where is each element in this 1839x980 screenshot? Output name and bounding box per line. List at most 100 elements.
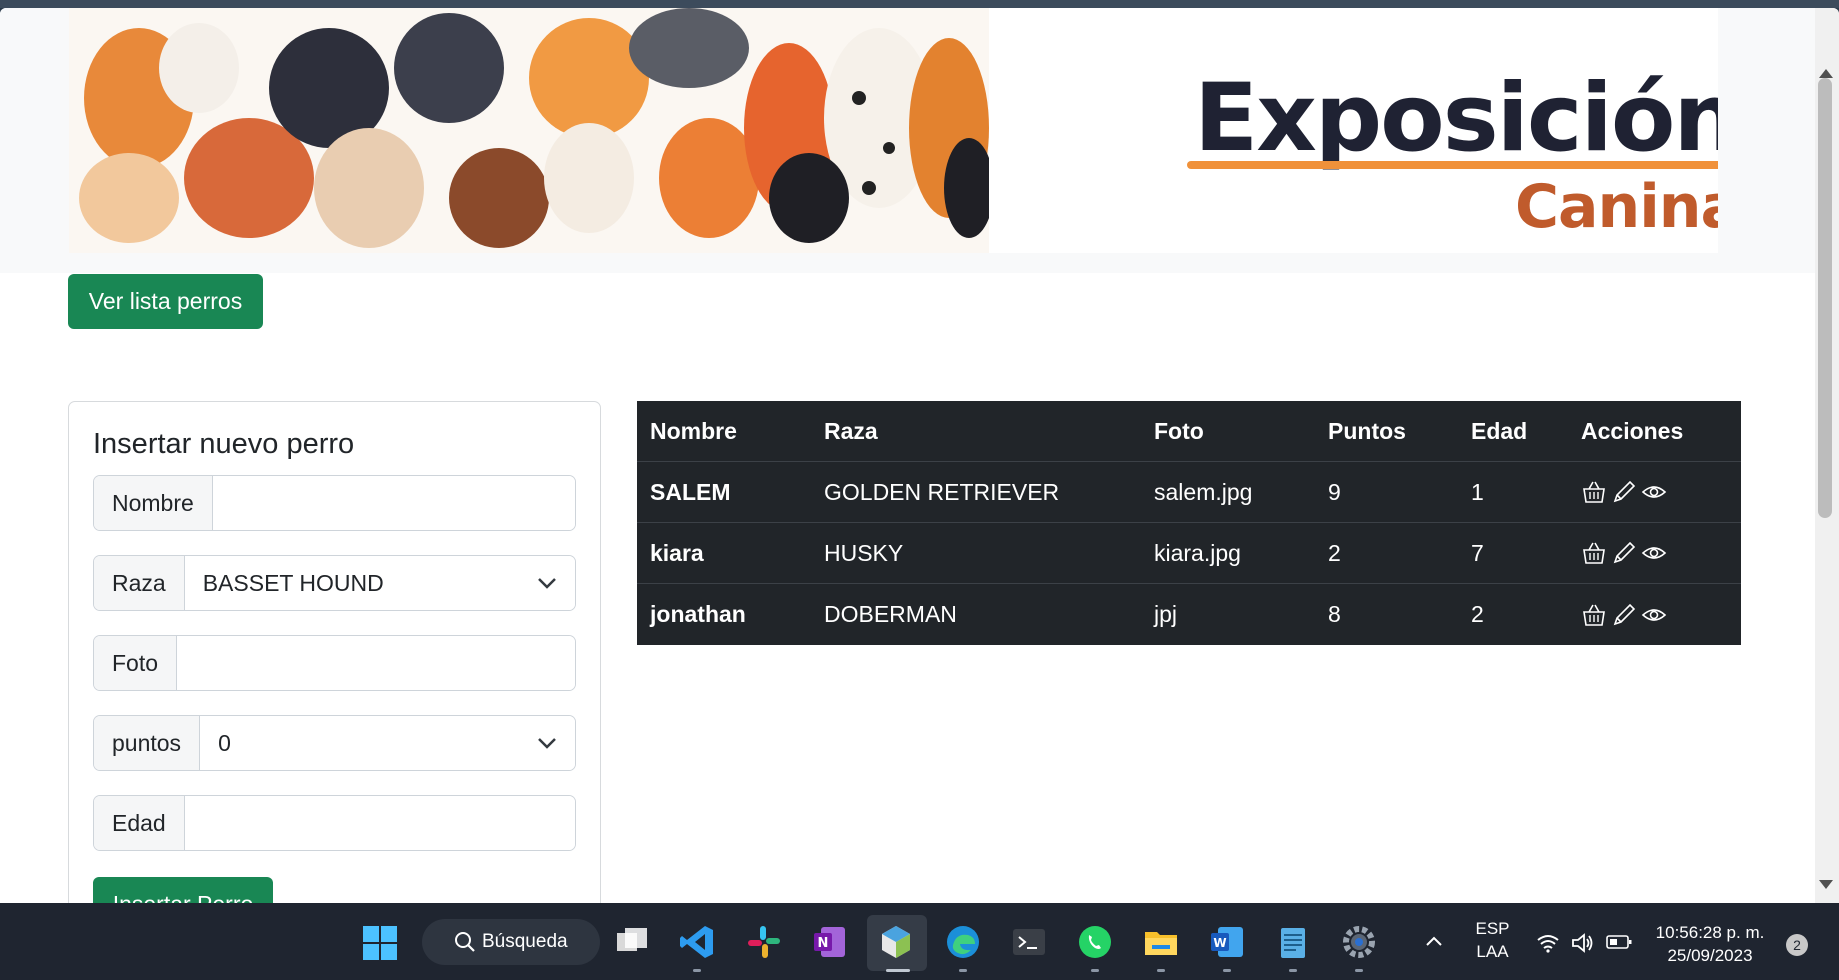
breed-field-group: Raza BASSET HOUND [93,555,576,611]
eye-icon[interactable] [1641,479,1667,505]
pencil-icon[interactable] [1611,540,1637,566]
breed-selected-value: BASSET HOUND [202,569,384,596]
table-row: jonathan DOBERMAN jpj 8 2 [637,584,1741,645]
app-running-indicator [1289,969,1297,972]
notepad-icon[interactable] [1274,923,1312,961]
dog-name: SALEM [650,478,731,505]
photo-label: Foto [94,636,178,690]
row-actions [1568,540,1741,566]
settings-gear-icon[interactable] [1340,923,1378,961]
input-language[interactable]: ESP LAA [1465,917,1520,963]
column-header-nombre: Nombre [650,417,737,444]
breed-select[interactable]: BASSET HOUND [184,556,575,610]
banner-title: Exposición Canina [1154,52,1718,252]
row-actions [1568,479,1741,505]
dogs-table: Nombre Raza Foto Puntos Edad Acciones SA… [637,401,1741,645]
column-header-foto: Foto [1154,417,1204,444]
wifi-icon[interactable] [1536,933,1560,953]
points-field-group: puntos 0 [93,715,576,771]
svg-text:N: N [818,936,829,951]
app-active-indicator [886,969,910,972]
insert-dog-form: Insertar nuevo perro Nombre Raza BASSET … [68,401,601,903]
app-running-indicator [1355,969,1363,972]
search-label: Búsqueda [482,931,568,952]
age-input[interactable] [184,796,575,850]
banner-title-main: Exposición [1194,64,1718,173]
dog-photo: jpj [1154,601,1178,627]
basket-icon[interactable] [1581,602,1607,628]
volume-icon[interactable] [1570,932,1594,954]
table-row: kiara HUSKY kiara.jpg 2 7 [637,523,1741,584]
points-selected-value: 0 [218,729,231,756]
clock-time: 10:56:28 p. m. [1655,923,1765,942]
netbeans-icon[interactable] [877,923,915,961]
onenote-icon[interactable]: N [811,923,849,961]
pencil-icon[interactable] [1611,602,1637,628]
file-explorer-icon[interactable] [1142,923,1180,961]
dog-name: jonathan [650,601,746,627]
whatsapp-icon[interactable] [1076,923,1114,961]
points-select[interactable]: 0 [200,716,575,770]
scroll-down-arrow-icon[interactable] [1819,880,1833,889]
points-label: puntos [94,716,201,770]
app-running-indicator [1223,969,1231,972]
search-icon [455,932,475,952]
task-view-icon[interactable] [613,923,651,961]
name-field-group: Nombre [93,475,576,531]
dog-photo: kiara.jpg [1154,539,1241,566]
windows-start-icon[interactable] [362,925,398,961]
browser-top-strip [0,0,1839,8]
column-header-edad: Edad [1471,417,1528,444]
banner-title-sub: Canina [1515,172,1718,242]
dogs-illustration [69,8,989,253]
chevron-down-icon [538,738,556,749]
view-dog-list-button[interactable]: Ver lista perros [68,274,263,329]
dog-breed: DOBERMAN [824,601,957,627]
insert-dog-button[interactable]: Insertar Perro [93,877,273,903]
battery-icon[interactable] [1606,934,1632,950]
edge-icon[interactable] [944,923,982,961]
eye-icon[interactable] [1641,602,1667,628]
banner-divider [1187,161,1718,169]
language-code: ESP [1475,919,1510,938]
age-field-group: Edad [93,795,576,851]
photo-input[interactable] [177,636,575,690]
vscode-icon[interactable] [678,923,716,961]
clock-date: 25/09/2023 [1667,946,1753,965]
slack-icon[interactable] [745,923,783,961]
scroll-up-arrow-icon[interactable] [1819,69,1833,78]
dog-points: 2 [1328,539,1341,566]
name-input[interactable] [212,476,575,530]
taskbar-search[interactable]: Búsqueda [422,919,600,965]
clock[interactable]: 10:56:28 p. m. 25/09/2023 [1650,921,1770,967]
basket-icon[interactable] [1581,479,1607,505]
table-row: SALEM GOLDEN RETRIEVER salem.jpg 9 1 [637,462,1741,523]
chevron-up-icon[interactable] [1425,935,1443,947]
pencil-icon[interactable] [1611,479,1637,505]
dog-points: 9 [1328,478,1341,505]
terminal-icon[interactable] [1010,923,1048,961]
notification-badge[interactable]: 2 [1786,934,1808,956]
dog-age: 1 [1471,478,1484,505]
taskbar: Búsqueda N W ESP LAA 10:56:28 p. m. 25/0… [0,903,1839,980]
app-running-indicator [1091,969,1099,972]
dog-age: 2 [1471,601,1484,627]
chevron-down-icon [538,578,556,589]
banner-image: Exposición Canina [69,8,1718,253]
column-header-acciones: Acciones [1581,417,1684,444]
word-icon[interactable]: W [1208,923,1246,961]
age-label: Edad [94,796,185,850]
scrollbar-thumb[interactable] [1818,78,1832,518]
eye-icon[interactable] [1641,540,1667,566]
dog-age: 7 [1471,539,1484,566]
dog-breed: GOLDEN RETRIEVER [824,478,1060,505]
dog-breed: HUSKY [824,539,904,566]
table-header-row: Nombre Raza Foto Puntos Edad Acciones [637,401,1741,462]
basket-icon[interactable] [1581,540,1607,566]
svg-text:W: W [1213,936,1226,950]
page-viewport: Exposición Canina Ver lista perros Inser… [0,8,1839,903]
app-running-indicator [693,969,701,972]
header-area: Exposición Canina [0,8,1815,273]
breed-label: Raza [94,556,185,610]
name-label: Nombre [94,476,213,530]
